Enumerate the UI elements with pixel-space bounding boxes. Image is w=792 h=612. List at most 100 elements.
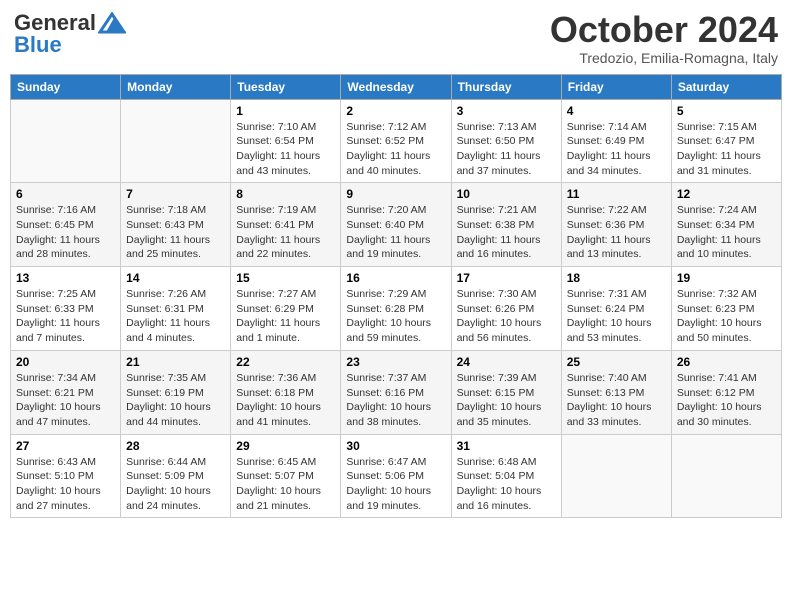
day-number: 16: [346, 271, 445, 285]
weekday-header-cell: Tuesday: [231, 74, 341, 99]
day-number: 30: [346, 439, 445, 453]
day-detail: Sunrise: 6:43 AM Sunset: 5:10 PM Dayligh…: [16, 455, 115, 514]
day-number: 23: [346, 355, 445, 369]
day-number: 4: [567, 104, 666, 118]
calendar-day-cell: 18 Sunrise: 7:31 AM Sunset: 6:24 PM Dayli…: [561, 267, 671, 351]
day-number: 20: [16, 355, 115, 369]
weekday-header-row: SundayMondayTuesdayWednesdayThursdayFrid…: [11, 74, 782, 99]
day-number: 13: [16, 271, 115, 285]
day-number: 17: [457, 271, 556, 285]
calendar-day-cell: 29 Sunrise: 6:45 AM Sunset: 5:07 PM Dayli…: [231, 434, 341, 518]
calendar-day-cell: [561, 434, 671, 518]
calendar-day-cell: 19Sunrise: 7:32 AM Sunset: 6:23 PM Dayli…: [671, 267, 781, 351]
calendar-day-cell: 24Sunrise: 7:39 AM Sunset: 6:15 PM Dayli…: [451, 350, 561, 434]
calendar-day-cell: 8Sunrise: 7:19 AM Sunset: 6:41 PM Daylig…: [231, 183, 341, 267]
day-detail: Sunrise: 7:41 AM Sunset: 6:12 PM Dayligh…: [677, 371, 776, 430]
weekday-header-cell: Thursday: [451, 74, 561, 99]
day-number: 22: [236, 355, 335, 369]
day-number: 25: [567, 355, 666, 369]
day-detail: Sunrise: 7:21 AM Sunset: 6:38 PM Dayligh…: [457, 203, 556, 262]
day-number: 7: [126, 187, 225, 201]
day-detail: Sunrise: 6:44 AM Sunset: 5:09 PM Dayligh…: [126, 455, 225, 514]
day-number: 29: [236, 439, 335, 453]
weekday-header-cell: Saturday: [671, 74, 781, 99]
calendar-day-cell: 7 Sunrise: 7:18 AM Sunset: 6:43 PM Daylig…: [121, 183, 231, 267]
day-number: 10: [457, 187, 556, 201]
day-number: 24: [457, 355, 556, 369]
logo-blue: Blue: [14, 32, 62, 58]
calendar-day-cell: 17 Sunrise: 7:30 AM Sunset: 6:26 PM Dayli…: [451, 267, 561, 351]
day-number: 28: [126, 439, 225, 453]
calendar-day-cell: 2 Sunrise: 7:12 AM Sunset: 6:52 PM Daylig…: [341, 99, 451, 183]
day-detail: Sunrise: 7:15 AM Sunset: 6:47 PM Dayligh…: [677, 120, 776, 179]
calendar-day-cell: 12 Sunrise: 7:24 AM Sunset: 6:34 PM Dayli…: [671, 183, 781, 267]
logo-icon: [98, 12, 126, 34]
day-number: 1: [236, 104, 335, 118]
weekday-header-cell: Sunday: [11, 74, 121, 99]
day-detail: Sunrise: 7:25 AM Sunset: 6:33 PM Dayligh…: [16, 287, 115, 346]
calendar-week-row: 1 Sunrise: 7:10 AM Sunset: 6:54 PM Daylig…: [11, 99, 782, 183]
calendar-day-cell: 30 Sunrise: 6:47 AM Sunset: 5:06 PM Dayli…: [341, 434, 451, 518]
day-number: 27: [16, 439, 115, 453]
calendar-day-cell: 10 Sunrise: 7:21 AM Sunset: 6:38 PM Dayli…: [451, 183, 561, 267]
calendar-day-cell: 23Sunrise: 7:37 AM Sunset: 6:16 PM Dayli…: [341, 350, 451, 434]
day-detail: Sunrise: 6:47 AM Sunset: 5:06 PM Dayligh…: [346, 455, 445, 514]
day-detail: Sunrise: 7:12 AM Sunset: 6:52 PM Dayligh…: [346, 120, 445, 179]
calendar-day-cell: 13 Sunrise: 7:25 AM Sunset: 6:33 PM Dayli…: [11, 267, 121, 351]
calendar-day-cell: [11, 99, 121, 183]
month-title: October 2024: [550, 10, 778, 50]
page-header: General Blue October 2024 Tredozio, Emil…: [10, 10, 782, 66]
weekday-header-cell: Friday: [561, 74, 671, 99]
day-number: 26: [677, 355, 776, 369]
day-number: 5: [677, 104, 776, 118]
calendar-week-row: 20 Sunrise: 7:34 AM Sunset: 6:21 PM Dayli…: [11, 350, 782, 434]
day-detail: Sunrise: 7:22 AM Sunset: 6:36 PM Dayligh…: [567, 203, 666, 262]
calendar-day-cell: 26 Sunrise: 7:41 AM Sunset: 6:12 PM Dayli…: [671, 350, 781, 434]
calendar-day-cell: 1 Sunrise: 7:10 AM Sunset: 6:54 PM Daylig…: [231, 99, 341, 183]
calendar-week-row: 13 Sunrise: 7:25 AM Sunset: 6:33 PM Dayli…: [11, 267, 782, 351]
calendar-day-cell: 27 Sunrise: 6:43 AM Sunset: 5:10 PM Dayli…: [11, 434, 121, 518]
day-detail: Sunrise: 7:18 AM Sunset: 6:43 PM Dayligh…: [126, 203, 225, 262]
calendar-day-cell: 9Sunrise: 7:20 AM Sunset: 6:40 PM Daylig…: [341, 183, 451, 267]
day-number: 3: [457, 104, 556, 118]
calendar-week-row: 27 Sunrise: 6:43 AM Sunset: 5:10 PM Dayli…: [11, 434, 782, 518]
day-number: 12: [677, 187, 776, 201]
calendar-day-cell: 4 Sunrise: 7:14 AM Sunset: 6:49 PM Daylig…: [561, 99, 671, 183]
day-detail: Sunrise: 6:45 AM Sunset: 5:07 PM Dayligh…: [236, 455, 335, 514]
day-detail: Sunrise: 7:36 AM Sunset: 6:18 PM Dayligh…: [236, 371, 335, 430]
day-detail: Sunrise: 7:27 AM Sunset: 6:29 PM Dayligh…: [236, 287, 335, 346]
day-detail: Sunrise: 7:16 AM Sunset: 6:45 PM Dayligh…: [16, 203, 115, 262]
logo: General Blue: [14, 10, 126, 58]
day-number: 2: [346, 104, 445, 118]
calendar-day-cell: 11 Sunrise: 7:22 AM Sunset: 6:36 PM Dayli…: [561, 183, 671, 267]
weekday-header-cell: Wednesday: [341, 74, 451, 99]
title-block: October 2024 Tredozio, Emilia-Romagna, I…: [550, 10, 778, 66]
day-number: 9: [346, 187, 445, 201]
day-detail: Sunrise: 7:34 AM Sunset: 6:21 PM Dayligh…: [16, 371, 115, 430]
calendar-body: 1 Sunrise: 7:10 AM Sunset: 6:54 PM Daylig…: [11, 99, 782, 518]
calendar-day-cell: 15 Sunrise: 7:27 AM Sunset: 6:29 PM Dayli…: [231, 267, 341, 351]
day-detail: Sunrise: 7:14 AM Sunset: 6:49 PM Dayligh…: [567, 120, 666, 179]
day-number: 14: [126, 271, 225, 285]
day-detail: Sunrise: 7:26 AM Sunset: 6:31 PM Dayligh…: [126, 287, 225, 346]
day-number: 15: [236, 271, 335, 285]
day-detail: Sunrise: 6:48 AM Sunset: 5:04 PM Dayligh…: [457, 455, 556, 514]
calendar-day-cell: 20 Sunrise: 7:34 AM Sunset: 6:21 PM Dayli…: [11, 350, 121, 434]
calendar-day-cell: 6Sunrise: 7:16 AM Sunset: 6:45 PM Daylig…: [11, 183, 121, 267]
calendar-day-cell: 5 Sunrise: 7:15 AM Sunset: 6:47 PM Daylig…: [671, 99, 781, 183]
day-detail: Sunrise: 7:13 AM Sunset: 6:50 PM Dayligh…: [457, 120, 556, 179]
calendar-day-cell: [121, 99, 231, 183]
calendar-table: SundayMondayTuesdayWednesdayThursdayFrid…: [10, 74, 782, 519]
day-number: 21: [126, 355, 225, 369]
day-detail: Sunrise: 7:31 AM Sunset: 6:24 PM Dayligh…: [567, 287, 666, 346]
day-detail: Sunrise: 7:10 AM Sunset: 6:54 PM Dayligh…: [236, 120, 335, 179]
day-number: 18: [567, 271, 666, 285]
day-number: 11: [567, 187, 666, 201]
calendar-day-cell: 16Sunrise: 7:29 AM Sunset: 6:28 PM Dayli…: [341, 267, 451, 351]
calendar-day-cell: 31Sunrise: 6:48 AM Sunset: 5:04 PM Dayli…: [451, 434, 561, 518]
calendar-day-cell: 25Sunrise: 7:40 AM Sunset: 6:13 PM Dayli…: [561, 350, 671, 434]
day-detail: Sunrise: 7:35 AM Sunset: 6:19 PM Dayligh…: [126, 371, 225, 430]
day-detail: Sunrise: 7:30 AM Sunset: 6:26 PM Dayligh…: [457, 287, 556, 346]
calendar-day-cell: 14 Sunrise: 7:26 AM Sunset: 6:31 PM Dayli…: [121, 267, 231, 351]
day-detail: Sunrise: 7:24 AM Sunset: 6:34 PM Dayligh…: [677, 203, 776, 262]
